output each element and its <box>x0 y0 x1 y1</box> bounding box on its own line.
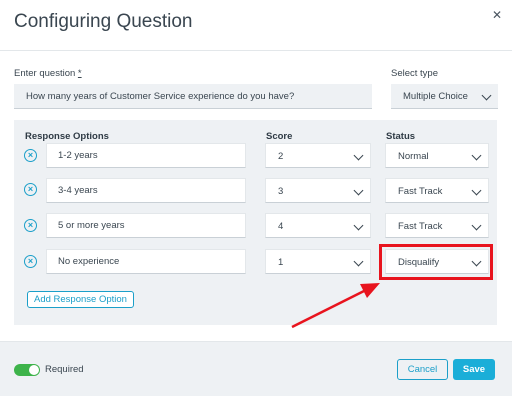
score-value: 2 <box>278 151 284 162</box>
status-value: Fast Track <box>398 186 443 197</box>
chevron-down-icon <box>353 220 364 231</box>
select-type-label: Select type <box>391 68 438 79</box>
close-icon[interactable]: ✕ <box>492 8 502 22</box>
required-label: Required <box>45 364 84 375</box>
title-divider <box>0 50 512 51</box>
select-type-dropdown[interactable]: Multiple Choice <box>391 84 498 109</box>
chevron-down-icon <box>471 150 482 161</box>
cancel-button[interactable]: Cancel <box>397 359 448 380</box>
status-value: Fast Track <box>398 221 443 232</box>
remove-option-icon[interactable]: × <box>24 219 37 232</box>
score-dropdown[interactable]: 2 <box>265 143 371 168</box>
remove-option-icon[interactable]: × <box>24 183 37 196</box>
status-dropdown[interactable]: Fast Track <box>385 213 489 238</box>
status-value: Normal <box>398 151 429 162</box>
status-dropdown[interactable]: Normal <box>385 143 489 168</box>
required-mark: * <box>77 68 82 79</box>
question-label: Enter question * <box>14 68 82 79</box>
score-value: 3 <box>278 186 284 197</box>
highlight-box <box>379 244 493 280</box>
select-type-value: Multiple Choice <box>403 91 468 102</box>
chevron-down-icon <box>471 220 482 231</box>
required-toggle[interactable] <box>14 364 40 376</box>
response-option-input[interactable]: No experience <box>46 249 246 274</box>
add-response-option-button[interactable]: Add Response Option <box>27 291 134 308</box>
response-option-input[interactable]: 3-4 years <box>46 178 246 203</box>
score-value: 1 <box>278 257 284 268</box>
save-button[interactable]: Save <box>453 359 495 380</box>
chevron-down-icon <box>353 256 364 267</box>
chevron-down-icon <box>353 185 364 196</box>
question-label-text: Enter question <box>14 68 76 79</box>
score-dropdown[interactable]: 3 <box>265 178 371 203</box>
column-header-response-options: Response Options <box>25 131 109 142</box>
chevron-down-icon <box>471 185 482 196</box>
remove-option-icon[interactable]: × <box>24 149 37 162</box>
score-dropdown[interactable]: 1 <box>265 249 371 274</box>
toggle-knob <box>29 365 39 375</box>
score-value: 4 <box>278 221 284 232</box>
response-option-input[interactable]: 5 or more years <box>46 213 246 238</box>
status-dropdown[interactable]: Fast Track <box>385 178 489 203</box>
response-option-input[interactable]: 1-2 years <box>46 143 246 168</box>
chevron-down-icon <box>481 90 492 101</box>
column-header-status: Status <box>386 131 416 142</box>
score-dropdown[interactable]: 4 <box>265 213 371 238</box>
question-input[interactable]: How many years of Customer Service exper… <box>14 84 372 109</box>
chevron-down-icon <box>353 150 364 161</box>
remove-option-icon[interactable]: × <box>24 255 37 268</box>
modal-title: Configuring Question <box>14 11 193 32</box>
column-header-score: Score <box>266 131 293 142</box>
